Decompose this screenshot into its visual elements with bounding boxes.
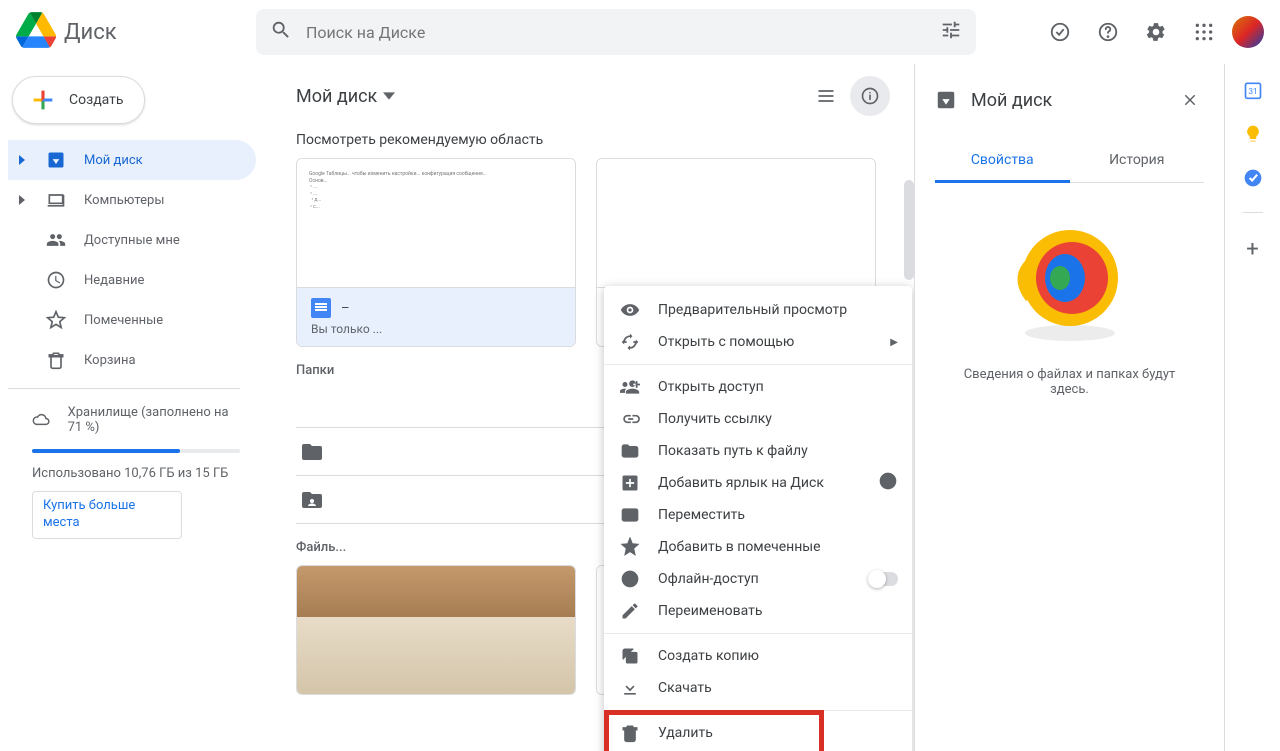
file-thumbnail — [297, 566, 575, 694]
logo-area[interactable]: Диск — [16, 10, 256, 54]
settings-icon[interactable] — [1136, 12, 1176, 52]
storage-row[interactable]: Хранилище (заполнено на 71 %) — [32, 405, 240, 435]
buy-storage-button[interactable]: Купить больше места — [32, 491, 182, 539]
search-input[interactable] — [292, 23, 940, 42]
apps-icon[interactable] — [1184, 12, 1224, 52]
sidebar-item-mydrive[interactable]: Мой диск — [8, 140, 256, 180]
suggested-card[interactable]: Google Таблицы... чтобы изменить настрой… — [296, 158, 576, 347]
search-options-icon[interactable] — [940, 19, 962, 45]
tab-history[interactable]: История — [1070, 140, 1205, 182]
storage-label: Хранилище (заполнено на 71 %) — [68, 405, 240, 435]
ctx-copy[interactable]: Создать копию — [604, 640, 912, 672]
empty-message: Сведения о файлах и папках будут здесь. — [945, 367, 1194, 397]
add-addon-icon[interactable]: + — [1246, 237, 1258, 262]
storage-used: Использовано 10,76 ГБ из 15 ГБ — [32, 465, 240, 483]
svg-text:31: 31 — [1248, 87, 1257, 97]
sidebar-item-starred[interactable]: Помеченные — [8, 300, 256, 340]
drive-folder-icon — [935, 89, 957, 111]
ctx-share[interactable]: Открыть доступ — [604, 371, 912, 403]
ctx-download[interactable]: Скачать — [604, 672, 912, 704]
main-content: Мой диск Посмотреть рекомендуемую област… — [256, 64, 914, 751]
sidebar-item-recent[interactable]: Недавние — [8, 260, 256, 300]
ctx-rename[interactable]: Переименовать — [604, 595, 912, 627]
keep-icon[interactable] — [1243, 124, 1263, 144]
ctx-add-shortcut[interactable]: Добавить ярлык на Диск — [604, 467, 912, 499]
close-icon[interactable] — [1176, 86, 1204, 114]
header-actions — [1016, 12, 1264, 52]
details-title: Мой диск — [971, 90, 1162, 111]
ctx-open-with[interactable]: Открыть с помощью▶ — [604, 326, 912, 358]
search-icon[interactable] — [270, 19, 292, 45]
offline-toggle[interactable] — [868, 572, 898, 586]
ctx-star[interactable]: Добавить в помеченные — [604, 531, 912, 563]
sidebar-item-trash[interactable]: Корзина — [8, 340, 256, 380]
avatar[interactable] — [1232, 16, 1264, 48]
ctx-get-link[interactable]: Получить ссылку — [604, 403, 912, 435]
tasks-icon[interactable] — [1243, 168, 1263, 188]
shared-folder-icon — [300, 488, 324, 512]
suggested-label: Посмотреть рекомендуемую область — [296, 120, 890, 158]
ctx-offline[interactable]: Офлайн-доступ — [604, 563, 912, 595]
sidebar-item-label: Помеченные — [84, 313, 163, 328]
ctx-move[interactable]: Переместить — [604, 499, 912, 531]
chevron-right-icon — [16, 195, 28, 205]
details-panel: Мой диск Свойства История Сведения о фай… — [914, 64, 1224, 751]
calendar-icon[interactable]: 31 — [1243, 80, 1263, 100]
ready-offline-icon[interactable] — [1040, 12, 1080, 52]
storage-bar — [32, 449, 240, 453]
empty-illustration — [1010, 223, 1130, 343]
create-button[interactable]: Создать — [12, 76, 145, 124]
info-icon[interactable] — [850, 76, 890, 116]
card-preview — [597, 159, 875, 287]
docs-icon — [311, 298, 331, 318]
context-menu: Предварительный просмотр Открыть с помощ… — [604, 286, 912, 751]
sidebar-item-label: Доступные мне — [84, 233, 180, 248]
chevron-right-icon: ▶ — [890, 337, 898, 348]
header: Диск — [0, 0, 1280, 64]
breadcrumb[interactable]: Мой диск — [296, 86, 395, 107]
storage-section: Хранилище (заполнено на 71 %) Использова… — [8, 401, 256, 539]
sidebar: Создать Мой диск Компьютеры Доступные мн… — [0, 64, 256, 751]
chevron-right-icon — [16, 155, 28, 165]
ctx-delete[interactable]: Удалить — [604, 717, 912, 749]
drive-logo-icon — [16, 10, 56, 54]
sidebar-item-label: Мой диск — [84, 153, 143, 168]
folder-icon — [300, 440, 324, 464]
tab-properties[interactable]: Свойства — [935, 140, 1070, 183]
sidebar-item-label: Корзина — [84, 353, 136, 368]
search-bar[interactable] — [256, 9, 976, 55]
create-label: Создать — [69, 92, 124, 108]
ctx-show-location[interactable]: Показать путь к файлу — [604, 435, 912, 467]
sidebar-item-shared[interactable]: Доступные мне — [8, 220, 256, 260]
help-icon[interactable] — [878, 471, 898, 495]
support-icon[interactable] — [1088, 12, 1128, 52]
file-card[interactable] — [296, 565, 576, 695]
sidebar-item-computers[interactable]: Компьютеры — [8, 180, 256, 220]
product-name: Диск — [64, 20, 117, 45]
side-rail: 31 + — [1224, 64, 1280, 751]
sidebar-item-label: Компьютеры — [84, 193, 164, 208]
sidebar-item-label: Недавние — [84, 273, 144, 288]
card-preview: Google Таблицы... чтобы изменить настрой… — [297, 159, 575, 287]
list-view-icon[interactable] — [806, 76, 846, 116]
ctx-preview[interactable]: Предварительный просмотр — [604, 294, 912, 326]
